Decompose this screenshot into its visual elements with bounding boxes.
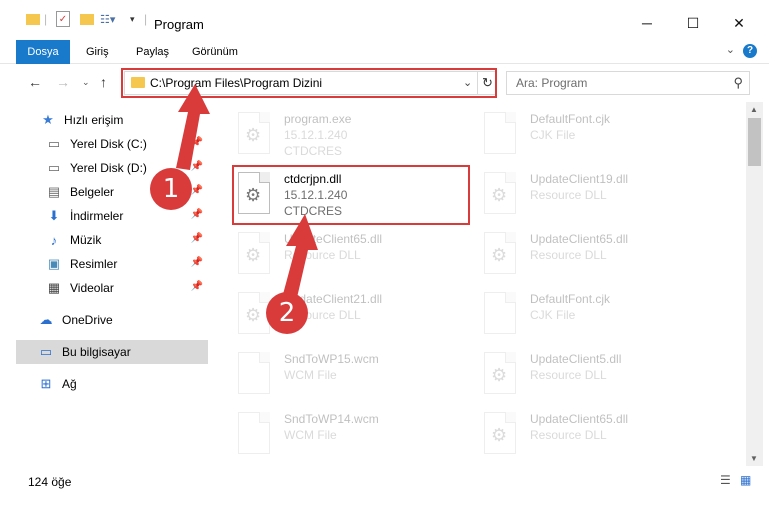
step-marker-1: 1 (150, 168, 192, 210)
step-marker-2: 2 (266, 292, 308, 334)
arrow-1 (176, 84, 210, 170)
arrow-2 (282, 214, 318, 302)
annotation-arrows (176, 84, 318, 302)
